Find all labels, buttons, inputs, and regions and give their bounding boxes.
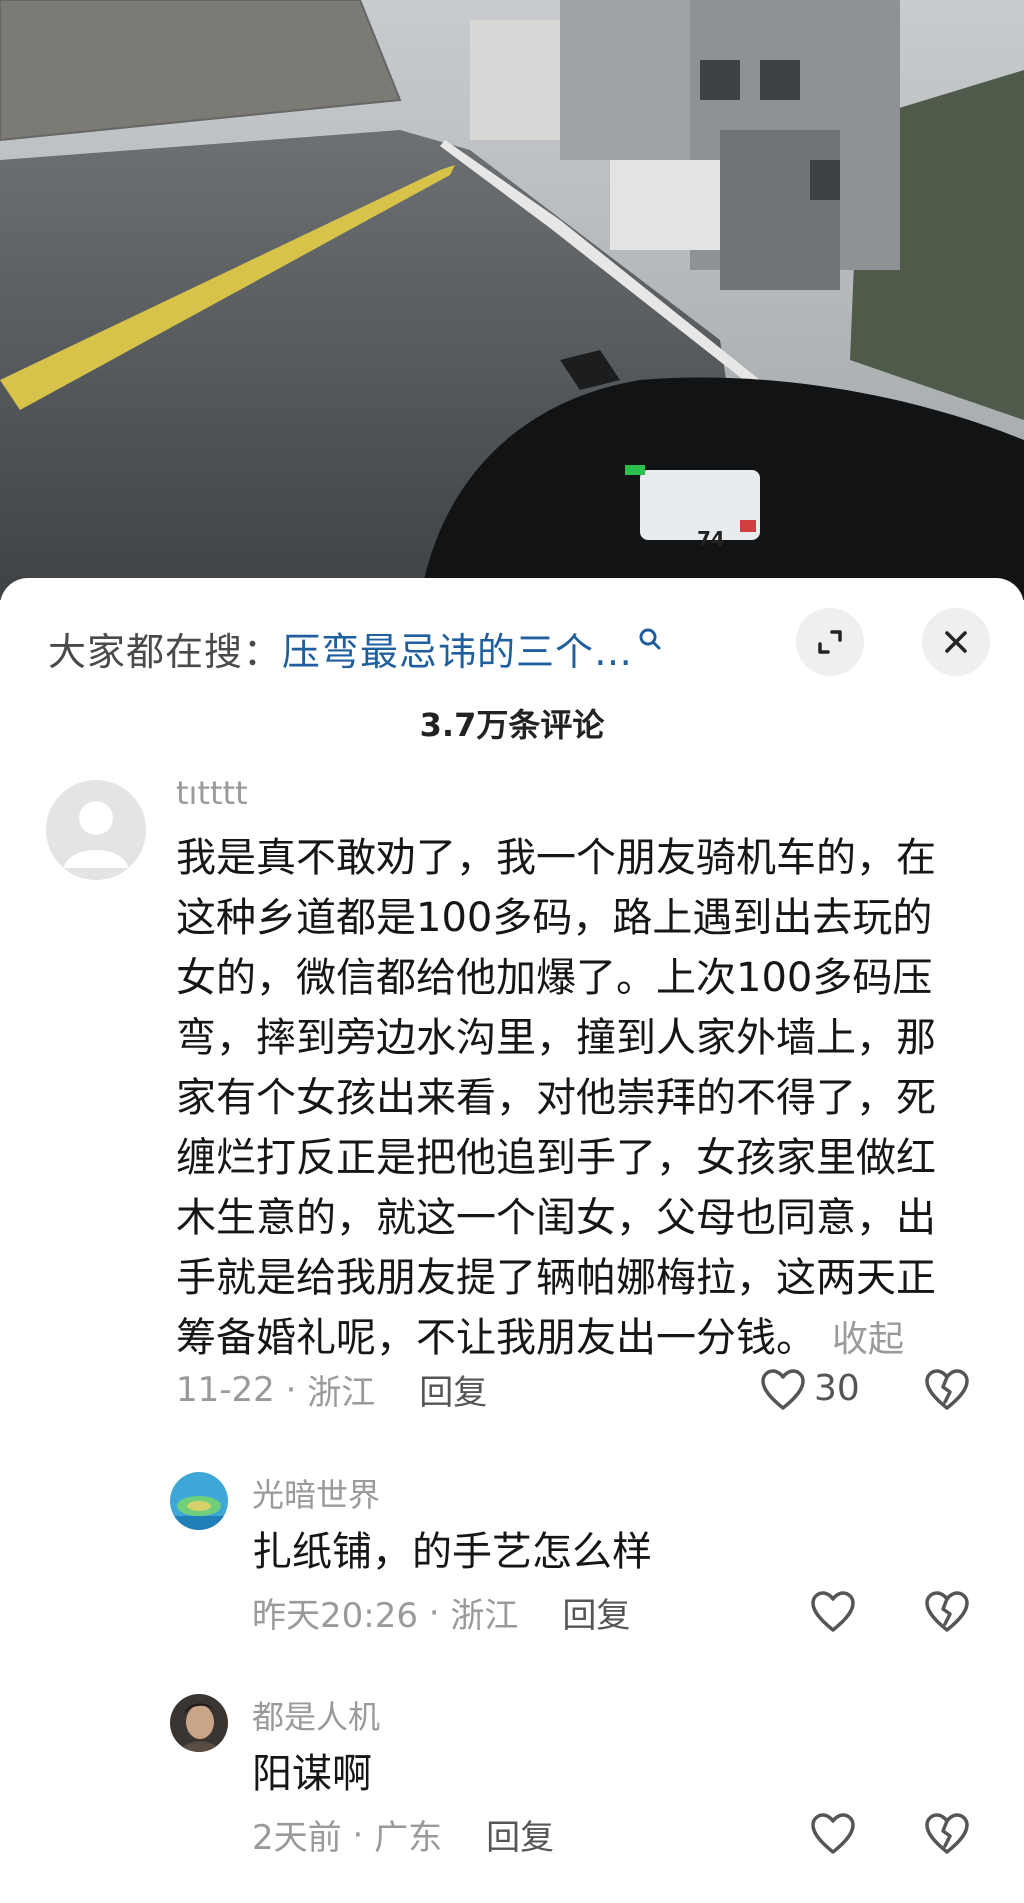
comment-line: 女的，微信都给他加爆了。上次100多码压 [176, 955, 933, 1001]
comment-line: 弯，摔到旁边水沟里，撞到人家外墙上，那 [176, 1015, 936, 1061]
landscape-avatar-icon [170, 1472, 228, 1530]
meta-separator: · [417, 1592, 451, 1633]
reply-button[interactable]: 回复 [419, 1365, 487, 1414]
reply-username[interactable]: 光暗世界 [252, 1470, 380, 1516]
broken-heart-icon[interactable] [924, 1812, 970, 1856]
avatar[interactable] [170, 1472, 228, 1530]
comment-line: 手就是给我朋友提了辆帕娜梅拉，这两天正 [176, 1255, 936, 1301]
search-query-link[interactable]: 压弯最忌讳的三个… [282, 621, 633, 676]
comment-line: 这种乡道都是100多码，路上遇到出去玩的 [176, 895, 933, 941]
person-avatar-icon [170, 1694, 228, 1752]
search-icon [639, 628, 661, 650]
comment-username[interactable]: tıtttt [176, 774, 248, 812]
heart-icon[interactable] [760, 1368, 806, 1412]
speed-readout: 74 [697, 527, 725, 551]
comment-line: 木生意的，就这一个闺女，父母也同意，出 [176, 1195, 936, 1241]
close-button[interactable] [922, 608, 990, 676]
comment-date: 11-22 [176, 1369, 275, 1410]
reply-meta: 昨天20:26 · 浙江 回复 [252, 1588, 630, 1637]
reply-location: 浙江 [450, 1596, 519, 1636]
comment-line: 缠烂打反正是把他追到手了，女孩家里做红 [176, 1135, 936, 1181]
default-avatar-icon [64, 801, 128, 868]
comment-text: 我是真不敢劝了，我一个朋友骑机车的，在 这种乡道都是100多码，路上遇到出去玩的… [176, 828, 996, 1370]
meta-separator: · [341, 1814, 375, 1855]
heart-icon[interactable] [810, 1590, 856, 1634]
avatar[interactable] [46, 780, 146, 880]
reply-username[interactable]: 都是人机 [252, 1692, 380, 1738]
comment-location: 浙江 [307, 1373, 376, 1413]
video-frame[interactable]: 74 [0, 0, 1024, 600]
heart-icon[interactable] [810, 1812, 856, 1856]
comment-line: 我是真不敢劝了，我一个朋友骑机车的，在 [176, 835, 936, 881]
broken-heart-icon[interactable] [924, 1590, 970, 1634]
comment-count: 3.7万条评论 [419, 706, 605, 744]
comment-sheet: 大家都在搜： 压弯最忌讳的三个… 3.7万条评论 tıtttt 我是真不敢劝了，… [0, 578, 1024, 1903]
avatar[interactable] [170, 1694, 228, 1752]
reply-meta: 2天前 · 广东 回复 [252, 1810, 554, 1859]
broken-heart-icon[interactable] [924, 1368, 970, 1412]
expand-button[interactable] [796, 608, 864, 676]
reply-location: 广东 [374, 1818, 443, 1858]
reply-button[interactable]: 回复 [486, 1810, 554, 1859]
like-count: 30 [814, 1368, 860, 1409]
meta-separator: · [274, 1369, 308, 1410]
comment-line: 家有个女孩出来看，对他崇拜的不得了，死 [176, 1075, 936, 1121]
expand-icon [818, 630, 842, 654]
search-prefix: 大家都在搜： [48, 629, 283, 674]
comment-meta: 11-22 · 浙江 回复 [176, 1365, 487, 1414]
reply-date: 2天前 [252, 1818, 342, 1858]
comment-last-line: 筹备婚礼呢，不让我朋友出一分钱。 收起 [176, 1308, 996, 1370]
close-icon [945, 631, 967, 653]
reply-date: 昨天20:26 [252, 1596, 418, 1636]
reply-button[interactable]: 回复 [562, 1588, 630, 1637]
search-suggestion[interactable]: 大家都在搜： 压弯最忌讳的三个… [48, 618, 663, 678]
reply-text: 扎纸铺，的手艺怎么样 [252, 1529, 652, 1575]
collapse-link[interactable]: 收起 [832, 1319, 904, 1360]
reply-text: 阳谋啊 [252, 1751, 372, 1797]
comment-line: 筹备婚礼呢，不让我朋友出一分钱。 [176, 1315, 816, 1361]
